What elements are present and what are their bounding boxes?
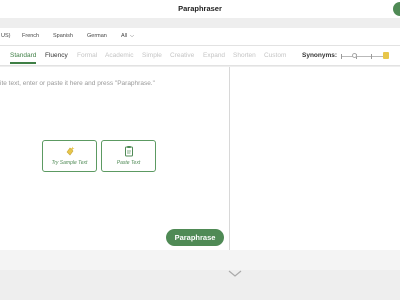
bottom-strip (0, 250, 400, 270)
clipboard-icon (124, 146, 133, 157)
mode-fluency[interactable]: Fluency (45, 52, 68, 59)
tab-language-all[interactable]: All ⌵ (121, 33, 134, 39)
slider-indicator (352, 53, 357, 58)
input-placeholder[interactable]: ite text, enter or paste it here and pre… (0, 80, 155, 87)
slider-tick (371, 53, 373, 59)
paraphrase-button[interactable]: Paraphrase (166, 229, 224, 246)
slider-track (341, 55, 387, 57)
mode-formal[interactable]: Formal (77, 52, 97, 59)
chevron-down-icon: ⌵ (130, 33, 134, 39)
mode-academic[interactable]: Academic (105, 52, 134, 59)
mode-standard[interactable]: Standard (10, 52, 37, 64)
mode-creative[interactable]: Creative (170, 52, 194, 59)
mode-expand[interactable]: Expand (203, 52, 225, 59)
app-title: Paraphraser (178, 4, 222, 13)
avatar[interactable] (393, 2, 400, 16)
mode-shorten[interactable]: Shorten (233, 52, 256, 59)
panel-divider (229, 67, 230, 250)
synonyms-slider[interactable] (341, 52, 389, 59)
tab-language-german[interactable]: German (87, 33, 107, 39)
tab-language-english-us[interactable]: US) (1, 33, 10, 39)
editor-panels: ite text, enter or paste it here and pre… (0, 67, 400, 250)
tab-language-french[interactable]: French (22, 33, 39, 39)
mode-bar: Standard Fluency Formal Academic Simple … (0, 46, 400, 66)
paste-text-button[interactable]: Paste Text (101, 140, 156, 172)
try-sample-text-label: Try Sample Text (51, 160, 88, 166)
slider-knob[interactable] (383, 52, 389, 59)
sparkle-icon (66, 146, 74, 156)
all-label: All (121, 33, 128, 39)
synonyms-label: Synonyms: (302, 52, 338, 59)
mode-custom[interactable]: Custom (264, 52, 286, 59)
chevron-down-icon[interactable] (228, 270, 242, 278)
tab-language-spanish[interactable]: Spanish (53, 33, 73, 39)
slider-tick (341, 53, 343, 59)
language-tabs: US) French Spanish German All ⌵ (0, 28, 400, 46)
try-sample-text-button[interactable]: Try Sample Text (42, 140, 97, 172)
top-bar: Paraphraser (0, 0, 400, 18)
paste-text-label: Paste Text (116, 160, 141, 166)
mode-simple[interactable]: Simple (142, 52, 162, 59)
